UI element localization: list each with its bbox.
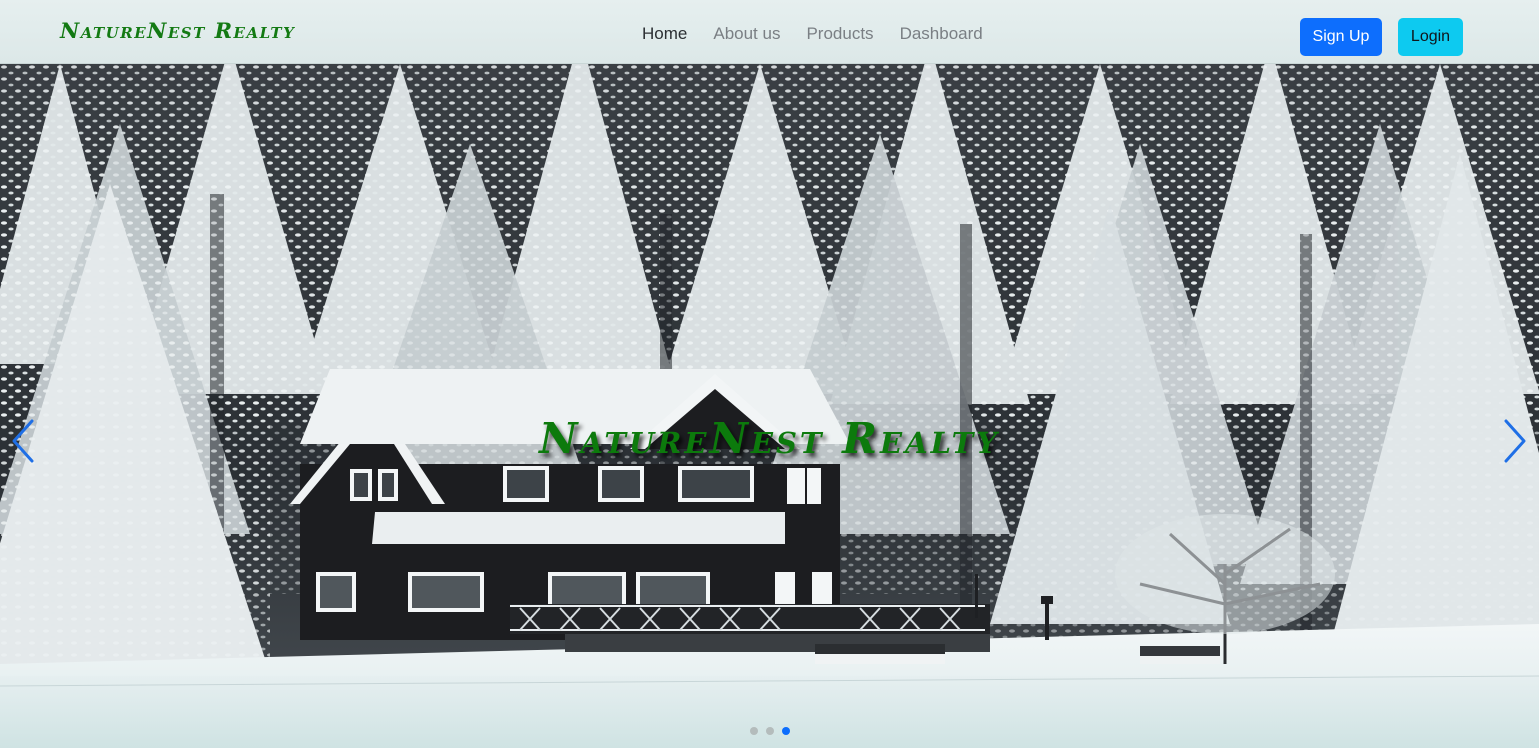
nav-links: Home About us Products Dashboard bbox=[642, 24, 983, 44]
login-button[interactable]: Login bbox=[1398, 18, 1463, 56]
nav-link-products[interactable]: Products bbox=[806, 24, 873, 44]
carousel-indicators bbox=[750, 727, 790, 735]
navbar: NatureNest Realty Home About us Products… bbox=[0, 0, 1539, 64]
carousel-caption: NatureNest Realty bbox=[539, 414, 1000, 463]
carousel-next-button[interactable] bbox=[1500, 414, 1530, 468]
sign-up-button[interactable]: Sign Up bbox=[1300, 18, 1382, 56]
carousel-indicator-2[interactable] bbox=[766, 727, 774, 735]
nav-link-dashboard[interactable]: Dashboard bbox=[900, 24, 983, 44]
nav-link-about-us[interactable]: About us bbox=[713, 24, 780, 44]
chevron-right-icon bbox=[1504, 419, 1526, 463]
carousel-indicator-3[interactable] bbox=[782, 727, 790, 735]
chevron-left-icon bbox=[12, 419, 34, 463]
nav-link-home[interactable]: Home bbox=[642, 24, 687, 44]
brand-logo[interactable]: NatureNest Realty bbox=[60, 18, 295, 43]
carousel-prev-button[interactable] bbox=[8, 414, 38, 468]
hero-carousel: NatureNest Realty bbox=[0, 64, 1539, 748]
carousel-indicator-1[interactable] bbox=[750, 727, 758, 735]
carousel-slide-image bbox=[0, 64, 1539, 748]
